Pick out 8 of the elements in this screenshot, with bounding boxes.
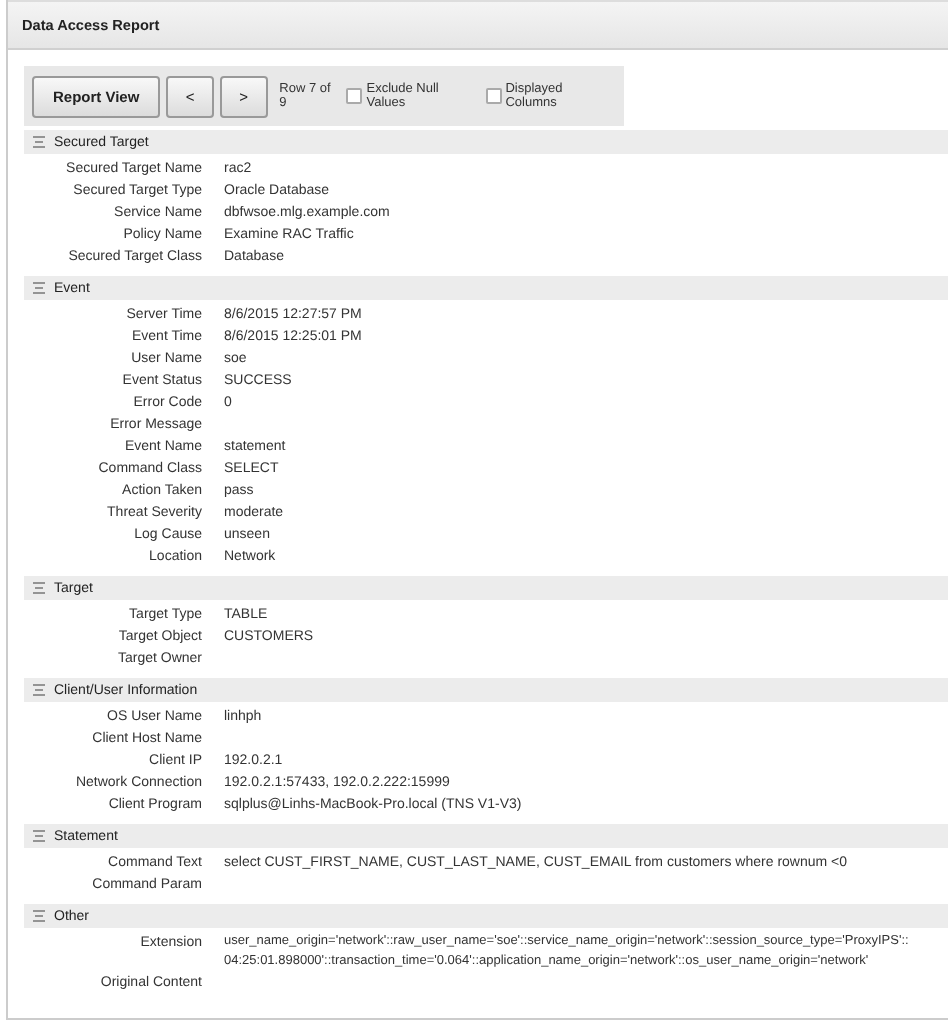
collapse-icon[interactable] [32,136,46,148]
collapse-icon[interactable] [32,582,46,594]
checkbox[interactable] [346,88,363,104]
collapse-icon[interactable] [32,282,46,294]
collapse-icon[interactable] [32,910,46,922]
collapse-icon[interactable] [32,684,46,696]
collapse-icon[interactable] [32,830,46,842]
checkbox[interactable] [485,88,502,104]
